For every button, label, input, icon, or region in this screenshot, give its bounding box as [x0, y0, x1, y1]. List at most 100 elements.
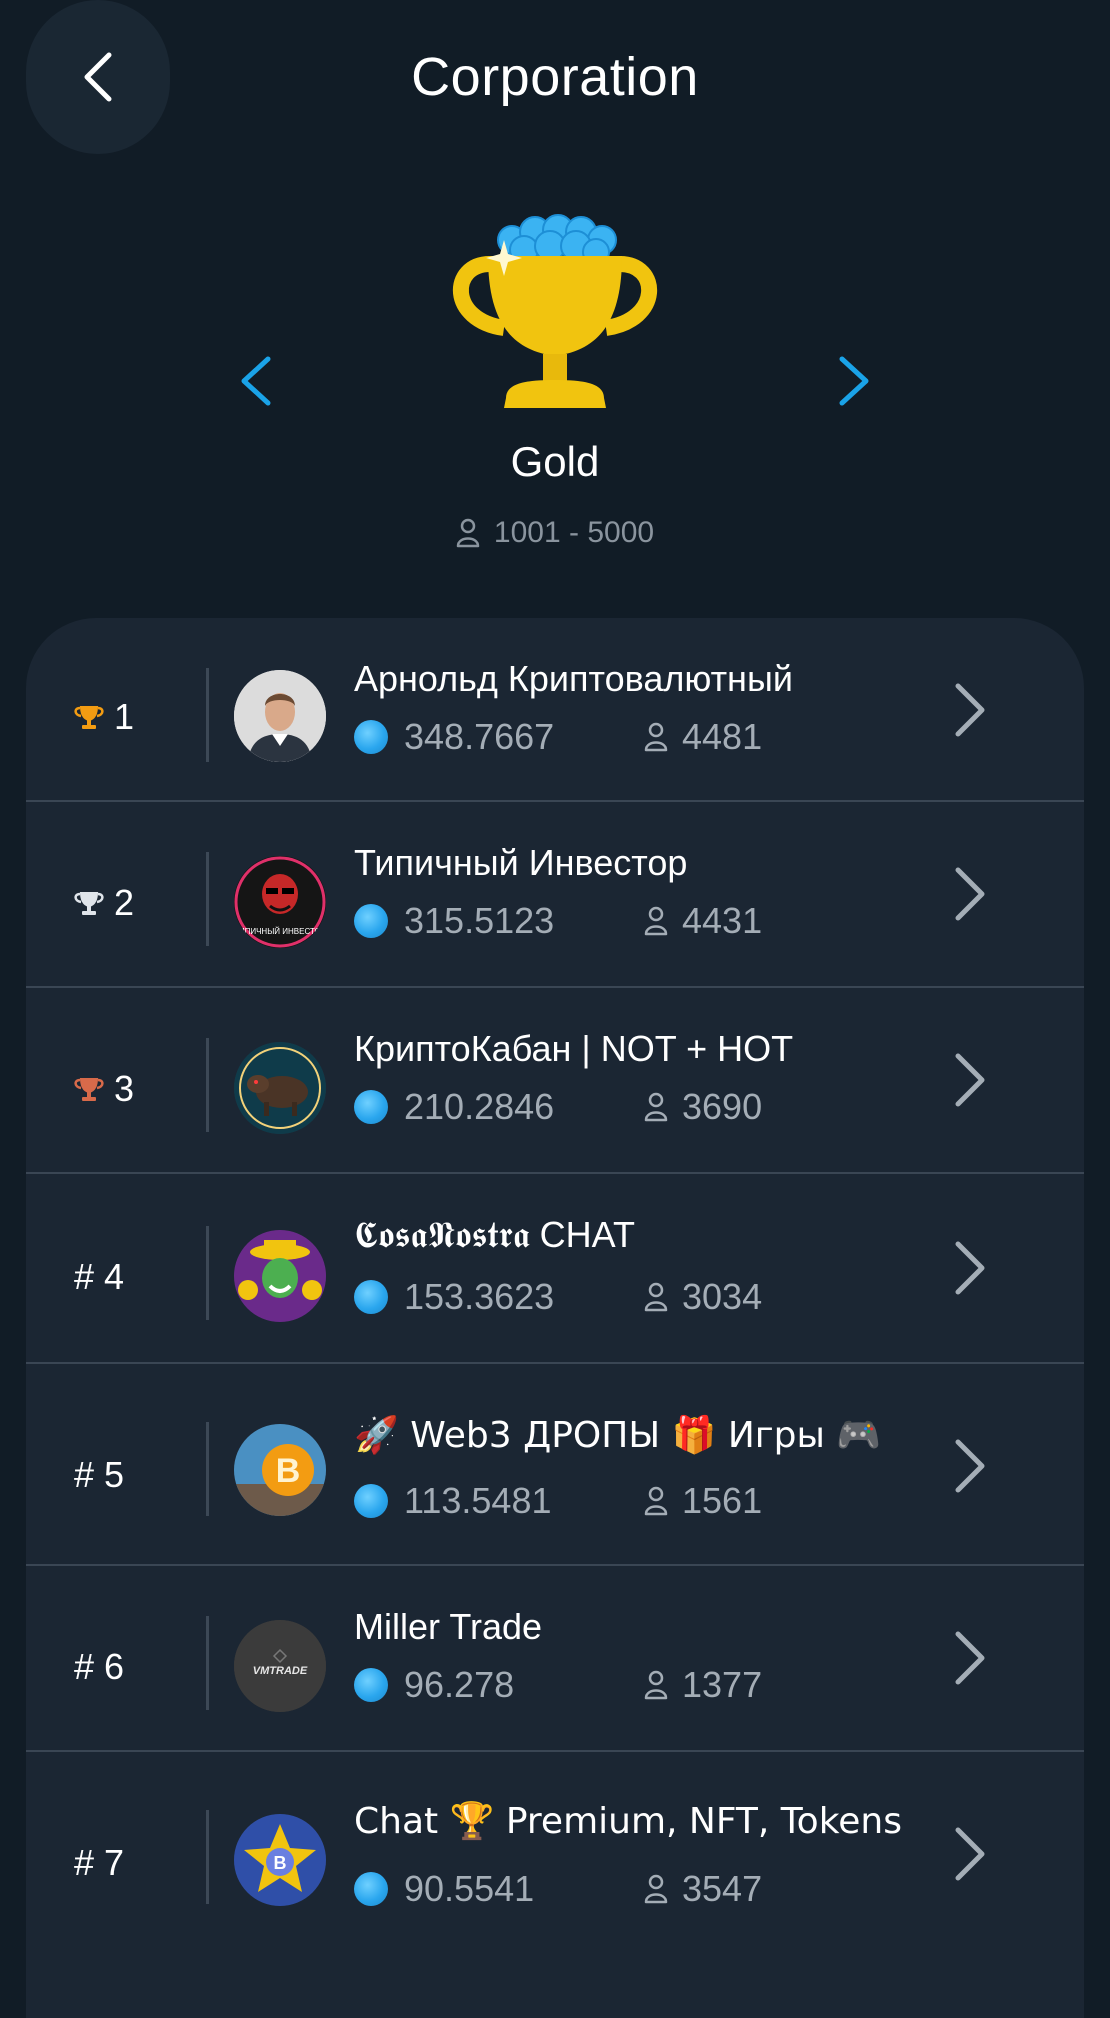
bronze-cup-icon: [74, 1078, 104, 1101]
coin-amount: 113.5481: [404, 1480, 552, 1521]
rank-badge: # 5: [74, 1454, 124, 1496]
avatar: [234, 670, 326, 762]
rank-badge: 3: [74, 1068, 134, 1110]
avatar-caption: ТИПИЧНЫЙ ИНВЕСТОР: [234, 927, 326, 936]
chevron-right-icon[interactable]: [952, 1050, 988, 1110]
league-range-text: 1001 - 5000: [493, 516, 655, 549]
avatar: B: [234, 1424, 326, 1516]
avatar-caption: VMTRADE: [253, 1665, 308, 1677]
coin-amount: 90.5541: [404, 1868, 535, 1909]
svg-text:B: B: [276, 1452, 301, 1490]
member-count: 3690: [682, 1086, 763, 1127]
coin-icon: [354, 1872, 388, 1906]
chevron-right-icon[interactable]: [952, 680, 988, 740]
coin-amount: 315.5123: [404, 900, 555, 941]
coin-amount: 153.3623: [404, 1276, 555, 1317]
rank-number: 1: [114, 696, 135, 737]
leaderboard: 1 Арнольд Криптовалютный 348.7667 4481 2…: [26, 618, 1084, 2018]
row-stats: 153.3623 3034: [354, 1276, 762, 1318]
member-count: 1377: [682, 1664, 763, 1705]
leaderboard-row-3[interactable]: 3 КриптоКабан | NOT + HOT 210.2846 3690: [26, 988, 1084, 1174]
corporation-name: КриптоКабан | NOT + HOT: [354, 1028, 794, 1069]
rank-badge: 2: [74, 882, 134, 924]
avatar: [234, 1042, 326, 1134]
leaderboard-row-7[interactable]: # 7 B Chat 🏆 Premium, NFT, Tokens 90.554…: [26, 1752, 1084, 1952]
rank-number: 3: [114, 1068, 135, 1109]
league-member-range: 1001 - 5000: [0, 516, 1110, 550]
svg-text:B: B: [274, 1853, 287, 1873]
row-stats: 348.7667 4481: [354, 716, 762, 758]
rank-number: # 4: [74, 1256, 125, 1297]
rank-badge: # 7: [74, 1842, 124, 1884]
coin-icon: [354, 1090, 388, 1124]
chevron-right-icon[interactable]: [952, 1824, 988, 1884]
person-icon: [644, 1486, 668, 1516]
page-title: Corporation: [411, 47, 699, 107]
chevron-right-icon[interactable]: [952, 1436, 988, 1496]
chevron-right-icon[interactable]: [952, 1238, 988, 1298]
row-stats: 96.278 1377: [354, 1664, 762, 1706]
avatar: ТИПИЧНЫЙ ИНВЕСТОР: [234, 856, 326, 948]
person-icon: [644, 1874, 668, 1904]
rank-badge: 1: [74, 696, 134, 738]
row-stats: 210.2846 3690: [354, 1086, 762, 1128]
member-count: 4431: [682, 900, 763, 941]
coin-icon: [354, 1668, 388, 1702]
rank-badge: # 6: [74, 1646, 124, 1688]
corporation-name: 🚀 Web3 ДРОПЫ 🎁 Игры 🎮: [354, 1415, 882, 1456]
avatar: B: [234, 1814, 326, 1906]
corporation-name: 𝕮𝖔𝖘𝖆𝕹𝖔𝖘𝖙𝖗𝖆 CHAT: [354, 1214, 636, 1255]
gold-trophy-icon: [452, 214, 658, 408]
rank-number: # 5: [74, 1454, 125, 1495]
row-stats: 315.5123 4431: [354, 900, 762, 942]
next-league-arrow[interactable]: [834, 355, 874, 407]
corporation-name: Типичный Инвестор: [354, 842, 688, 883]
coin-icon: [354, 904, 388, 938]
rank-badge: # 4: [74, 1256, 124, 1298]
person-icon: [644, 722, 668, 752]
coin-amount: 210.2846: [404, 1086, 555, 1127]
league-name: Gold: [510, 438, 600, 485]
coin-icon: [354, 1484, 388, 1518]
row-divider: [206, 1616, 209, 1710]
row-divider: [206, 1038, 209, 1132]
coin-amount: 96.278: [404, 1664, 515, 1705]
corporation-name: Miller Trade: [354, 1606, 543, 1647]
rank-number: # 6: [74, 1646, 125, 1687]
member-count: 3547: [682, 1868, 763, 1909]
rank-number: # 7: [74, 1842, 125, 1883]
row-divider: [206, 1422, 209, 1516]
person-icon: [644, 1282, 668, 1312]
row-stats: 90.5541 3547: [354, 1868, 762, 1910]
corporation-name: Chat 🏆 Premium, NFT, Tokens: [354, 1801, 902, 1842]
member-count: 1561: [682, 1480, 763, 1521]
rank-number: 2: [114, 882, 135, 923]
avatar: VMTRADE: [234, 1620, 326, 1712]
coin-amount: 348.7667: [404, 716, 555, 757]
gold-cup-icon: [74, 706, 104, 729]
row-divider: [206, 1226, 209, 1320]
chevron-right-icon[interactable]: [952, 864, 988, 924]
leaderboard-row-1[interactable]: 1 Арнольд Криптовалютный 348.7667 4481: [26, 618, 1084, 802]
coin-icon: [354, 720, 388, 754]
leaderboard-row-5[interactable]: # 5 B 🚀 Web3 ДРОПЫ 🎁 Игры 🎮 113.5481 156…: [26, 1364, 1084, 1566]
member-count: 4481: [682, 716, 763, 757]
avatar: [234, 1230, 326, 1322]
person-icon: [456, 518, 480, 548]
row-divider: [206, 668, 209, 762]
leaderboard-row-2[interactable]: 2 ТИПИЧНЫЙ ИНВЕСТОР Типичный Инвестор 31…: [26, 802, 1084, 988]
person-icon: [644, 1092, 668, 1122]
member-count: 3034: [682, 1276, 763, 1317]
coin-icon: [354, 1280, 388, 1314]
chevron-right-icon[interactable]: [952, 1628, 988, 1688]
silver-cup-icon: [74, 892, 104, 915]
row-divider: [206, 852, 209, 946]
row-divider: [206, 1810, 209, 1904]
row-stats: 113.5481 1561: [354, 1480, 762, 1522]
leaderboard-row-4[interactable]: # 4 𝕮𝖔𝖘𝖆𝕹𝖔𝖘𝖙𝖗𝖆 CHAT 153.3623 3034: [26, 1174, 1084, 1364]
prev-league-arrow[interactable]: [236, 355, 276, 407]
person-icon: [644, 1670, 668, 1700]
corporation-name: Арнольд Криптовалютный: [354, 658, 793, 699]
leaderboard-row-6[interactable]: # 6 VMTRADE Miller Trade 96.278 1377: [26, 1566, 1084, 1752]
person-icon: [644, 906, 668, 936]
